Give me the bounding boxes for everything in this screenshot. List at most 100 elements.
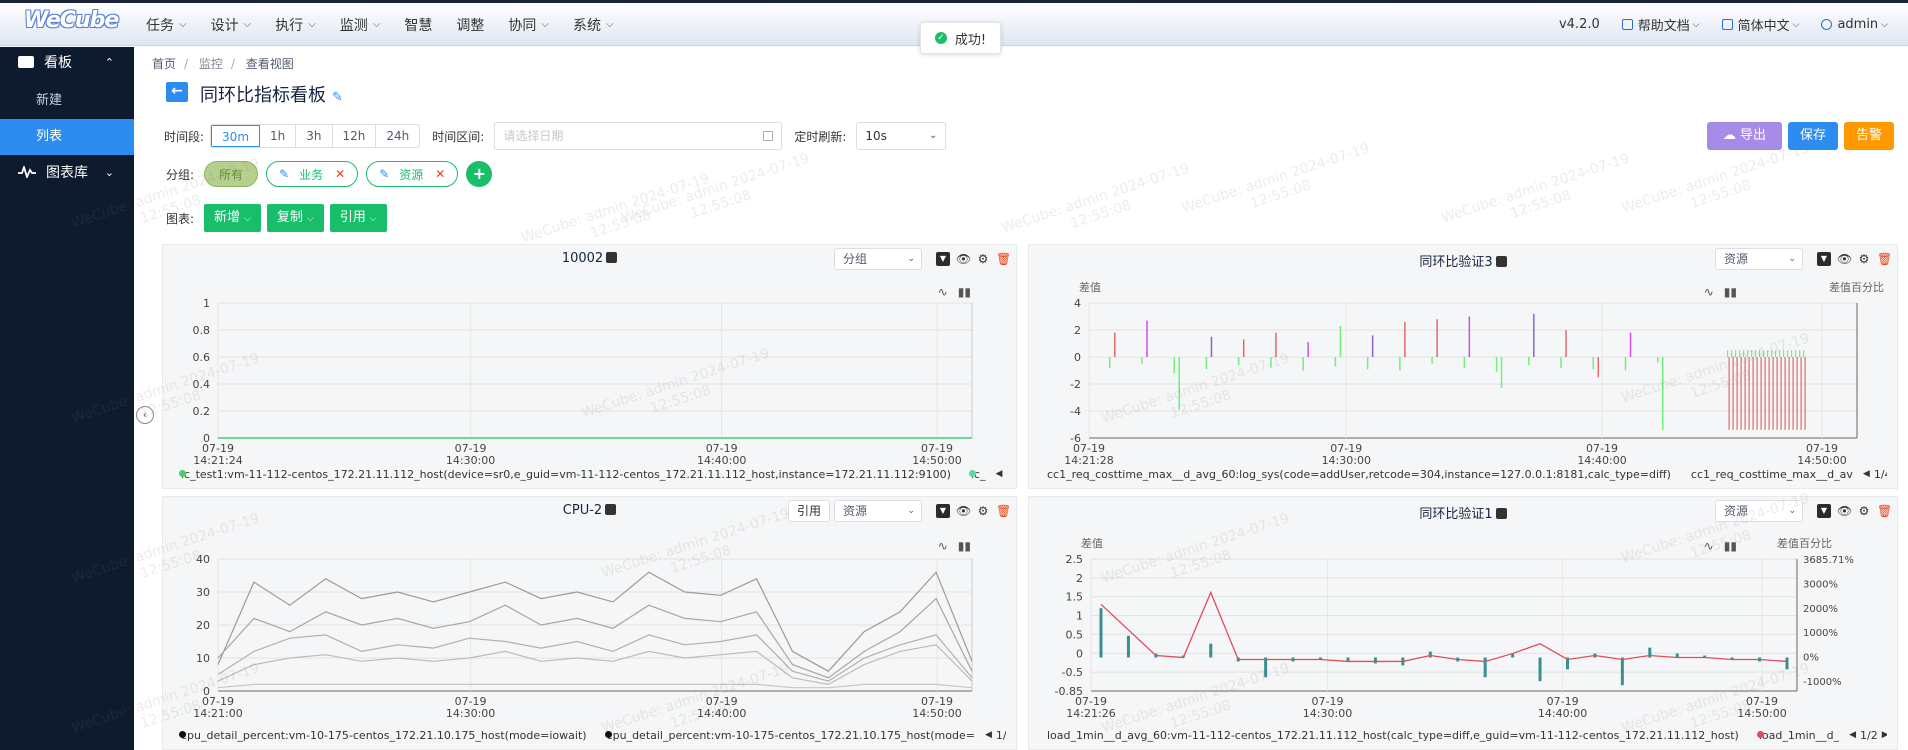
reference-chart-button[interactable]: 引用 ⌵ (329, 204, 387, 232)
save-icon[interactable]: ▼ (936, 252, 950, 266)
bar (1783, 350, 1785, 357)
legend-item[interactable]: cpu_detail_percent:vm-10-175-centos_172.… (607, 729, 975, 742)
sidebar-group-chart-library[interactable]: 图表库 ⌄ (0, 155, 134, 189)
edit-icon[interactable]: ✎ (279, 167, 289, 181)
back-button[interactable]: ← (166, 82, 188, 102)
eye-icon[interactable]: 👁 (956, 252, 971, 266)
panel-group-select[interactable]: 分组 ⌄ (834, 248, 922, 270)
sidebar-group-dashboard[interactable]: 看板 ⌃ (0, 47, 134, 77)
gear-icon[interactable]: ⚙ (976, 252, 990, 266)
line-chart-icon[interactable]: ∿ (1704, 539, 1714, 553)
edit-icon[interactable]: ✎ (379, 167, 389, 181)
edit-icon[interactable] (1495, 256, 1507, 267)
nav-design[interactable]: 设计 ⌵ (211, 15, 252, 35)
nav-label: 调整 (456, 17, 485, 34)
add-group-button[interactable]: + (466, 161, 493, 187)
close-icon[interactable]: ✕ (435, 167, 445, 181)
gear-icon[interactable]: ⚙ (1857, 504, 1871, 518)
sidebar-item-new[interactable]: 新建 (0, 83, 134, 119)
nav-task[interactable]: 任务 ⌵ (146, 15, 187, 35)
nav-label: 协同 (508, 17, 537, 34)
toast-text: 成功! (954, 32, 987, 48)
prev-page-icon[interactable]: ◀ (996, 469, 1003, 479)
panel-ref-button[interactable]: 引用 (787, 500, 830, 522)
group-all-pill[interactable]: 所有 (204, 161, 259, 187)
edit-icon[interactable] (606, 252, 618, 263)
bar-chart-icon[interactable]: ▮▮ (1724, 285, 1737, 299)
trash-icon[interactable]: 🗑 (996, 252, 1011, 266)
line-chart-icon[interactable]: ∿ (938, 539, 948, 553)
nav-execute[interactable]: 执行 ⌵ (275, 15, 316, 35)
language-menu[interactable]: 简体中文 ⌵ (1721, 15, 1799, 34)
copy-chart-button[interactable]: 复制 ⌵ (266, 204, 324, 232)
prev-page-icon[interactable]: ◀ (985, 730, 992, 740)
wecube-logo[interactable]: WeCube (24, 8, 119, 33)
export-button[interactable]: ☁ 导出 (1706, 122, 1782, 150)
legend-item[interactable]: cpu_detail_percent:vm-10-175-centos_172.… (181, 729, 587, 742)
panel-group-select[interactable]: 资源 ⌄ (1715, 248, 1803, 270)
period-12h[interactable]: 12h (333, 125, 377, 147)
legend-item[interactable]: load_1min__d_ (1759, 729, 1839, 742)
group-business-pill[interactable]: ✎ 业务 ✕ (266, 161, 359, 187)
collapse-sidebar-button[interactable]: ‹ (136, 406, 154, 424)
prev-page-icon[interactable]: ◀ (1849, 730, 1856, 740)
period-1h[interactable]: 1h (260, 125, 297, 147)
period-3h[interactable]: 3h (296, 125, 333, 147)
breadcrumb-home[interactable]: 首页 (152, 57, 176, 71)
trash-icon[interactable]: 🗑 (1877, 504, 1892, 518)
gear-icon[interactable]: ⚙ (976, 504, 990, 518)
nav-adjust[interactable]: 调整 (456, 15, 484, 35)
close-icon[interactable]: ✕ (335, 167, 345, 181)
edit-icon[interactable] (605, 504, 617, 515)
bar (1758, 657, 1762, 662)
group-resource-pill[interactable]: ✎ 资源 ✕ (366, 161, 459, 187)
bar (1799, 350, 1801, 357)
bar-chart-icon[interactable]: ▮▮ (958, 285, 971, 299)
nav-monitor[interactable]: 监测 ⌵ (340, 15, 381, 35)
next-page-icon[interactable]: ▶ (1882, 730, 1887, 740)
save-icon[interactable]: ▼ (936, 504, 950, 518)
date-range-input[interactable]: 请选择日期 (494, 122, 783, 150)
help-docs-menu[interactable]: 帮助文档 ⌵ (1621, 15, 1700, 34)
save-icon[interactable]: ▼ (1817, 504, 1831, 518)
prev-page-icon[interactable]: ◀ (1863, 469, 1870, 479)
y-tick-label: 1 (203, 297, 210, 310)
breadcrumb-monitor[interactable]: 监控 (199, 57, 223, 71)
bar-chart-icon[interactable]: ▮▮ (958, 539, 971, 553)
line-chart-icon[interactable]: ∿ (938, 285, 948, 299)
legend-item[interactable]: cc1_req_costtime_max__d_av (1691, 468, 1853, 481)
nav-system[interactable]: 系统 ⌵ (573, 15, 614, 35)
legend-item[interactable]: lc_test1:vm-11-112-centos_172.21.11.112_… (181, 468, 951, 481)
bar (1791, 350, 1793, 357)
bar-chart-icon[interactable]: ▮▮ (1724, 539, 1737, 553)
nav-collab[interactable]: 协同 ⌵ (508, 15, 549, 35)
edit-icon[interactable] (1495, 508, 1507, 519)
panel-group-select[interactable]: 资源 ⌄ (834, 500, 922, 522)
eye-icon[interactable]: 👁 (956, 504, 971, 518)
legend-item[interactable]: cc1_req_costtime_max__d_avg_60:log_sys(c… (1047, 468, 1671, 481)
add-chart-button[interactable]: 新增 ⌵ (204, 204, 261, 232)
period-30m[interactable]: 30m (211, 125, 261, 147)
line-chart-icon[interactable]: ∿ (1704, 285, 1714, 299)
trash-icon[interactable]: 🗑 (1877, 252, 1892, 266)
gear-icon[interactable]: ⚙ (1857, 252, 1871, 266)
legend-item[interactable]: load_1min__d_avg_60:vm-11-112-centos_172… (1047, 729, 1739, 742)
sidebar-item-list[interactable]: 列表 (0, 119, 134, 155)
trash-icon[interactable]: 🗑 (996, 504, 1011, 518)
user-menu[interactable]: admin ⌵ (1821, 17, 1888, 32)
eye-icon[interactable]: 👁 (1837, 252, 1852, 266)
save-icon[interactable]: ▼ (1817, 252, 1831, 266)
bar (1495, 357, 1498, 372)
bar (1114, 332, 1116, 357)
edit-title-icon[interactable]: ✎ (332, 90, 343, 105)
bar (1275, 332, 1277, 357)
panel-group-select[interactable]: 资源 ⌄ (1715, 500, 1803, 522)
refresh-select[interactable]: 10s ⌄ (856, 122, 947, 150)
period-selector: 30m 1h 3h 12h 24h (210, 124, 421, 148)
alarm-button[interactable]: 告警 (1843, 122, 1894, 150)
period-24h[interactable]: 24h (376, 125, 419, 147)
save-button[interactable]: 保存 (1787, 122, 1838, 150)
eye-icon[interactable]: 👁 (1837, 504, 1852, 518)
nav-wisdom[interactable]: 智慧 (404, 15, 432, 35)
bar (1565, 657, 1569, 670)
